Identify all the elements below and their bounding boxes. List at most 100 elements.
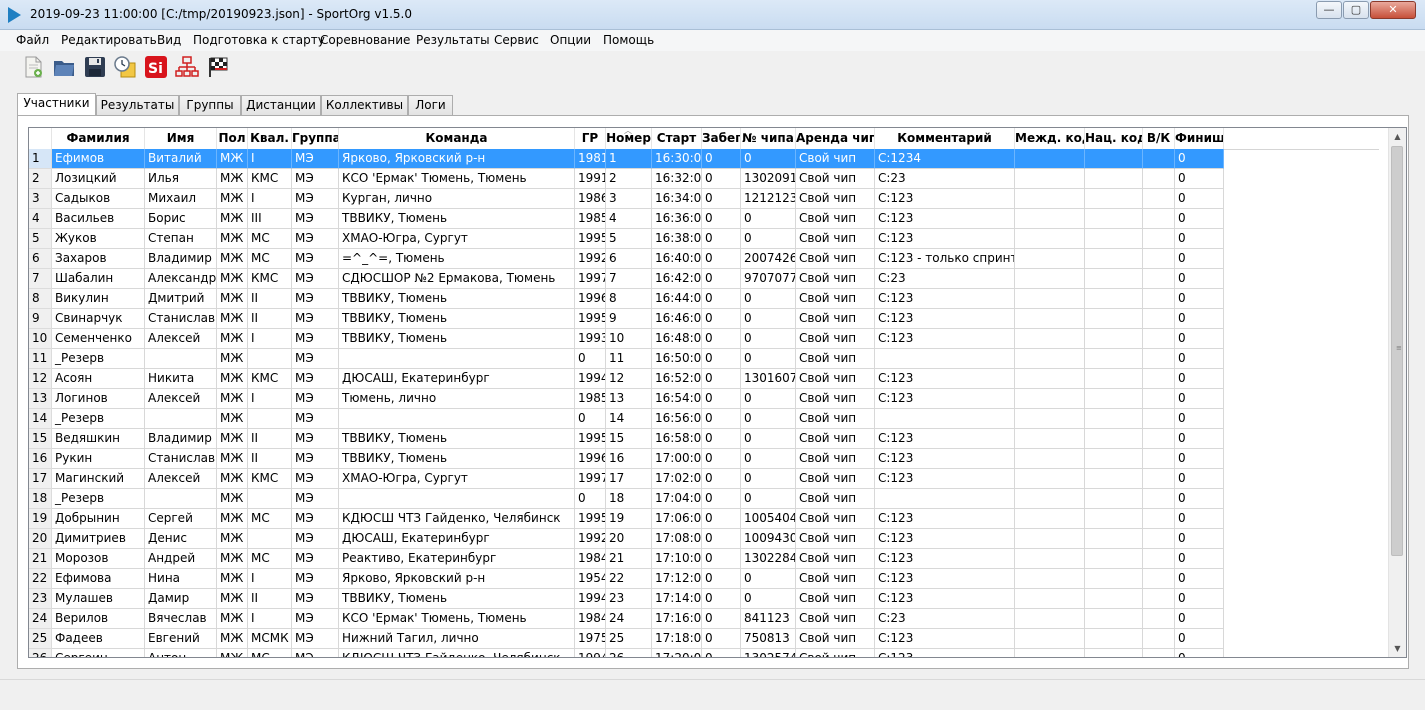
cell-chip-rental[interactable]: Свой чип	[796, 169, 875, 189]
cell-chip-number[interactable]: 9707077	[741, 269, 796, 289]
cell-gender[interactable]: МЖ	[217, 149, 248, 169]
cell-out-of-competition[interactable]	[1143, 229, 1175, 249]
table-row[interactable]: 8 Викулин Дмитрий МЖ II МЭ ТВВИКУ, Тюмень 1996 8…	[29, 289, 1224, 309]
cell-national-code[interactable]	[1085, 649, 1143, 657]
table-row[interactable]: 7 Шабалин Александр МЖ КМС МЭ СДЮСШОР №2 Ермак…	[29, 269, 1224, 289]
cell-qualification[interactable]	[248, 349, 292, 369]
network-icon[interactable]	[175, 55, 199, 79]
cell-intl-code[interactable]	[1015, 329, 1085, 349]
cell-team[interactable]: ТВВИКУ, Тюмень	[339, 589, 575, 609]
cell-chip-rental[interactable]: Свой чип	[796, 609, 875, 629]
cell-start[interactable]: 16:50:00	[652, 349, 702, 369]
cell-heat[interactable]: 0	[702, 529, 741, 549]
cell-out-of-competition[interactable]	[1143, 549, 1175, 569]
cell-out-of-competition[interactable]	[1143, 409, 1175, 429]
cell-group[interactable]: МЭ	[292, 449, 339, 469]
cell-last-name[interactable]: Логинов	[52, 389, 145, 409]
cell-start[interactable]: 16:56:00	[652, 409, 702, 429]
cell-birth-year[interactable]: 1991	[575, 169, 606, 189]
cell-bib[interactable]: 13	[606, 389, 652, 409]
cell-national-code[interactable]	[1085, 489, 1143, 509]
cell-chip-rental[interactable]: Свой чип	[796, 549, 875, 569]
cell-gender[interactable]: МЖ	[217, 169, 248, 189]
cell-comment[interactable]: С:123	[875, 389, 1015, 409]
cell-chip-rental[interactable]: Свой чип	[796, 349, 875, 369]
cell-first-name[interactable]: Антон	[145, 649, 217, 657]
cell-out-of-competition[interactable]	[1143, 589, 1175, 609]
cell-group[interactable]: МЭ	[292, 209, 339, 229]
cell-heat[interactable]: 0	[702, 189, 741, 209]
column-header-out-of-competition[interactable]: В/К	[1143, 128, 1175, 149]
cell-out-of-competition[interactable]	[1143, 209, 1175, 229]
cell-birth-year[interactable]: 0	[575, 409, 606, 429]
cell-team[interactable]	[339, 409, 575, 429]
cell-qualification[interactable]: III	[248, 209, 292, 229]
cell-intl-code[interactable]	[1015, 289, 1085, 309]
cell-bib[interactable]: 10	[606, 329, 652, 349]
cell-finish[interactable]: 0	[1175, 469, 1224, 489]
cell-team[interactable]: Нижний Тагил, лично	[339, 629, 575, 649]
cell-birth-year[interactable]: 1975	[575, 629, 606, 649]
cell-group[interactable]: МЭ	[292, 489, 339, 509]
cell-national-code[interactable]	[1085, 389, 1143, 409]
cell-chip-number[interactable]: 0	[741, 469, 796, 489]
cell-finish[interactable]: 0	[1175, 309, 1224, 329]
column-header-chip-number[interactable]: № чипа	[741, 128, 796, 149]
cell-gender[interactable]: МЖ	[217, 209, 248, 229]
cell-first-name[interactable]: Владимир	[145, 249, 217, 269]
row-number[interactable]: 16	[29, 449, 52, 469]
cell-birth-year[interactable]: 1997	[575, 269, 606, 289]
cell-comment[interactable]: С:123	[875, 509, 1015, 529]
cell-heat[interactable]: 0	[702, 249, 741, 269]
tab-logs[interactable]: Логи	[408, 95, 453, 115]
cell-group[interactable]: МЭ	[292, 309, 339, 329]
cell-group[interactable]: МЭ	[292, 649, 339, 657]
cell-chip-number[interactable]: 0	[741, 349, 796, 369]
cell-heat[interactable]: 0	[702, 389, 741, 409]
scroll-up-icon[interactable]: ▲	[1389, 128, 1406, 145]
cell-bib[interactable]: 20	[606, 529, 652, 549]
row-number[interactable]: 26	[29, 649, 52, 657]
cell-chip-number[interactable]: 1302284	[741, 549, 796, 569]
cell-chip-rental[interactable]: Свой чип	[796, 329, 875, 349]
timer-icon[interactable]	[113, 55, 137, 79]
cell-first-name[interactable]: Денис	[145, 529, 217, 549]
row-number[interactable]: 18	[29, 489, 52, 509]
row-number[interactable]: 10	[29, 329, 52, 349]
cell-qualification[interactable]: II	[248, 309, 292, 329]
cell-gender[interactable]: МЖ	[217, 269, 248, 289]
cell-birth-year[interactable]: 1995	[575, 309, 606, 329]
cell-intl-code[interactable]	[1015, 269, 1085, 289]
cell-finish[interactable]: 0	[1175, 149, 1224, 169]
cell-start[interactable]: 17:18:00	[652, 629, 702, 649]
table-row[interactable]: 14_РезервМЖМЭ01416:56:0000Свой чип0	[29, 409, 1224, 429]
scroll-down-icon[interactable]: ▼	[1389, 640, 1406, 657]
cell-chip-rental[interactable]: Свой чип	[796, 469, 875, 489]
cell-group[interactable]: МЭ	[292, 589, 339, 609]
cell-chip-rental[interactable]: Свой чип	[796, 289, 875, 309]
row-number[interactable]: 8	[29, 289, 52, 309]
cell-heat[interactable]: 0	[702, 369, 741, 389]
cell-chip-rental[interactable]: Свой чип	[796, 369, 875, 389]
table-row[interactable]: 18_РезервМЖМЭ01817:04:0000Свой чип0	[29, 489, 1224, 509]
cell-finish[interactable]: 0	[1175, 329, 1224, 349]
cell-birth-year[interactable]: 1993	[575, 329, 606, 349]
cell-group[interactable]: МЭ	[292, 289, 339, 309]
cell-national-code[interactable]	[1085, 229, 1143, 249]
cell-finish[interactable]: 0	[1175, 189, 1224, 209]
cell-comment[interactable]	[875, 489, 1015, 509]
cell-last-name[interactable]: Верилов	[52, 609, 145, 629]
cell-last-name[interactable]: Семенченко	[52, 329, 145, 349]
cell-team[interactable]: ТВВИКУ, Тюмень	[339, 209, 575, 229]
cell-bib[interactable]: 8	[606, 289, 652, 309]
cell-chip-number[interactable]: 0	[741, 429, 796, 449]
table-row[interactable]: 4 Васильев Борис МЖ III МЭ ТВВИКУ, Тюмень 1985 4…	[29, 209, 1224, 229]
cell-gender[interactable]: МЖ	[217, 389, 248, 409]
table-row[interactable]: 21 Морозов Андрей МЖ МС МЭ Реактиво, Екатеринб…	[29, 549, 1224, 569]
cell-intl-code[interactable]	[1015, 509, 1085, 529]
cell-comment[interactable]	[875, 349, 1015, 369]
cell-chip-rental[interactable]: Свой чип	[796, 189, 875, 209]
cell-first-name[interactable]: Алексей	[145, 329, 217, 349]
cell-team[interactable]: КДЮСШ ЧТЗ Гайденко, Челябинск	[339, 649, 575, 657]
cell-chip-rental[interactable]: Свой чип	[796, 509, 875, 529]
